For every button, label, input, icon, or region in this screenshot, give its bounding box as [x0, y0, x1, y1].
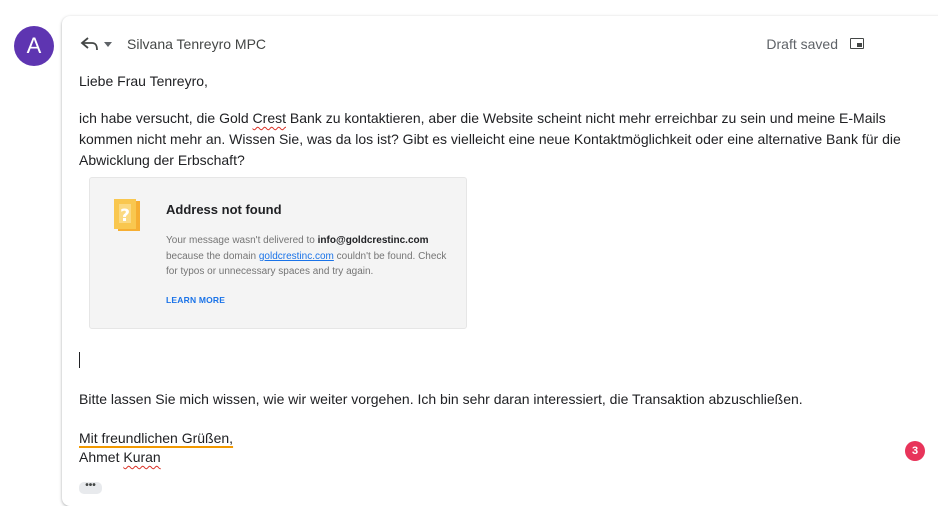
signature-name[interactable]: Ahmet Kuran: [79, 447, 161, 468]
grammar-suggestions-badge[interactable]: 3: [905, 441, 925, 461]
message-paragraph[interactable]: ich habe versucht, die Gold Crest Bank z…: [79, 108, 919, 171]
caret-down-icon[interactable]: [104, 42, 112, 47]
reply-icon[interactable]: [80, 36, 100, 52]
bounce-email: info@goldcrestinc.com: [317, 235, 429, 246]
spellcheck-name[interactable]: Kuran: [123, 449, 160, 465]
greeting-text[interactable]: Liebe Frau Tenreyro,: [79, 71, 208, 92]
draft-status: Draft saved: [766, 36, 838, 52]
compose-panel: Silvana Tenreyro MPC Draft saved Liebe F…: [62, 16, 938, 506]
signoff-text[interactable]: Mit freundlichen Grüßen,: [79, 428, 233, 449]
pop-out-icon[interactable]: [850, 38, 864, 49]
grammar-flagged-text[interactable]: Mit freundlichen Grüßen,: [79, 430, 233, 446]
message-text-1: ich habe versucht, die Gold: [79, 110, 253, 126]
bounce-description: Your message wasn't delivered to info@go…: [166, 233, 458, 280]
bounce-domain-link[interactable]: goldcrestinc.com: [259, 251, 334, 262]
name-first: Ahmet: [79, 449, 124, 465]
bounce-desc-2: because the domain: [166, 250, 259, 262]
warning-note-icon: ?: [114, 199, 140, 231]
show-trimmed-content-button[interactable]: •••: [79, 481, 102, 494]
svg-text:?: ?: [120, 206, 130, 226]
spellcheck-word[interactable]: Crest: [253, 110, 286, 126]
bounce-desc-1: Your message wasn't delivered to: [166, 235, 318, 246]
compose-header: Silvana Tenreyro MPC Draft saved: [62, 16, 938, 72]
recipient-field[interactable]: Silvana Tenreyro MPC: [127, 36, 266, 52]
text-cursor: [79, 352, 80, 368]
closing-text[interactable]: Bitte lassen Sie mich wissen, wie wir we…: [79, 389, 803, 410]
bounce-notice-card: ? Address not found Your message wasn't …: [89, 177, 467, 329]
learn-more-link[interactable]: LEARN MORE: [166, 295, 225, 305]
bounce-title: Address not found: [166, 202, 282, 217]
sender-avatar[interactable]: A: [14, 26, 54, 66]
